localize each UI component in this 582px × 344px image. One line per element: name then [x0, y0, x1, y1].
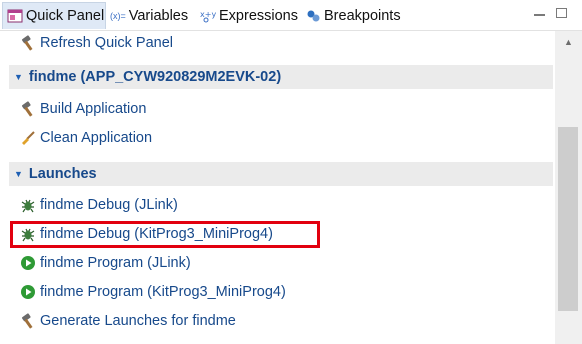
- breakpoints-icon: [307, 10, 321, 22]
- section-project-label: findme (APP_CYW920829M2EVK-02): [28, 69, 282, 85]
- launch-program-jlink[interactable]: findme Program (JLink): [0, 251, 555, 275]
- expressions-icon: x+y: [200, 9, 216, 23]
- view-tab-bar: Quick Panel (x)= Variables x+y Expressio…: [0, 0, 582, 31]
- hammer-icon: [20, 35, 36, 51]
- vertical-scrollbar[interactable]: ▲: [555, 31, 582, 344]
- collapse-chevron-icon[interactable]: ▼: [14, 72, 23, 82]
- section-header-project[interactable]: ▼ findme (APP_CYW920829M2EVK-02): [9, 65, 553, 89]
- clean-application-label: Clean Application: [40, 130, 153, 146]
- scroll-up-arrow-icon[interactable]: ▲: [555, 31, 582, 53]
- tab-expressions-label: Expressions: [219, 8, 298, 24]
- highlight-box: [10, 221, 320, 248]
- play-icon: [20, 284, 36, 300]
- tab-breakpoints[interactable]: Breakpoints: [307, 3, 401, 29]
- tab-quick-panel-label: Quick Panel: [26, 8, 105, 24]
- play-icon: [20, 255, 36, 271]
- launch-program-kitprog3-label: findme Program (KitProg3_MiniProg4): [40, 284, 286, 300]
- hammer-icon: [20, 313, 36, 329]
- bug-icon: [20, 197, 36, 213]
- tab-variables[interactable]: (x)= Variables: [110, 3, 188, 29]
- hammer-icon: [20, 101, 36, 117]
- broom-icon: [20, 130, 36, 146]
- tab-expressions[interactable]: x+y Expressions: [200, 3, 298, 29]
- svg-text:x+y: x+y: [200, 10, 216, 19]
- variables-icon: (x)=: [110, 11, 126, 21]
- generate-launches-label: Generate Launches for findme: [40, 313, 236, 329]
- tab-quick-panel[interactable]: Quick Panel: [2, 2, 106, 29]
- section-header-launches[interactable]: ▼ Launches: [9, 162, 553, 186]
- launch-debug-jlink[interactable]: findme Debug (JLink): [0, 193, 555, 217]
- launch-debug-jlink-label: findme Debug (JLink): [40, 197, 178, 213]
- refresh-quick-panel-label: Refresh Quick Panel: [40, 35, 173, 51]
- collapse-chevron-icon[interactable]: ▼: [14, 169, 23, 179]
- quick-panel-icon: [7, 8, 23, 24]
- quick-panel-content: Refresh Quick Panel ▼ findme (APP_CYW920…: [0, 31, 555, 344]
- generate-launches-link[interactable]: Generate Launches for findme: [0, 309, 555, 333]
- build-application-label: Build Application: [40, 101, 147, 117]
- scroll-thumb[interactable]: [558, 127, 578, 311]
- build-application-link[interactable]: Build Application: [0, 97, 555, 121]
- tab-breakpoints-label: Breakpoints: [324, 8, 401, 24]
- launch-program-jlink-label: findme Program (JLink): [40, 255, 191, 271]
- maximize-button[interactable]: [556, 8, 567, 18]
- section-launches-label: Launches: [28, 166, 97, 182]
- minimize-button[interactable]: [534, 8, 545, 16]
- tab-variables-label: Variables: [128, 8, 189, 24]
- clean-application-link[interactable]: Clean Application: [0, 126, 555, 150]
- launch-program-kitprog3[interactable]: findme Program (KitProg3_MiniProg4): [0, 280, 555, 304]
- refresh-quick-panel-link[interactable]: Refresh Quick Panel: [0, 31, 555, 55]
